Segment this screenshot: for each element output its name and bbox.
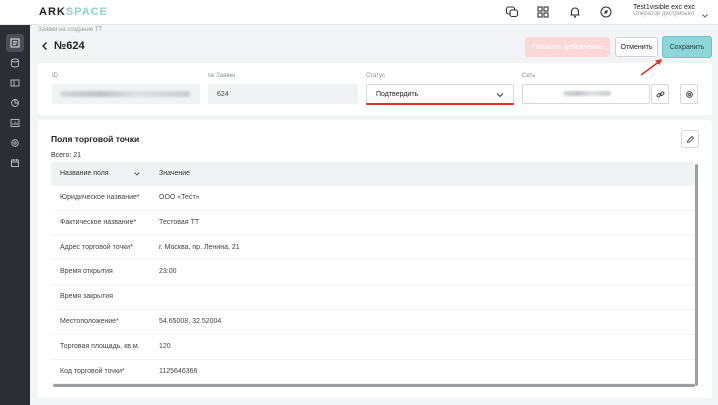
cell-field-name: Фактическое название* — [60, 218, 137, 226]
sidebar-item-calendar[interactable] — [6, 154, 24, 172]
pencil-icon — [686, 135, 694, 143]
page-title: №624 — [54, 40, 85, 52]
column-header-value: Значение — [159, 170, 191, 177]
horizontal-scrollbar[interactable] — [53, 384, 695, 387]
sidebar-item-reports[interactable] — [6, 114, 24, 132]
cell-field-name: Время открытия — [60, 268, 113, 276]
compass-icon[interactable] — [599, 5, 613, 19]
edit-button[interactable] — [681, 130, 699, 148]
chevron-down-icon[interactable] — [133, 170, 141, 178]
status-highlight-underline — [366, 103, 514, 105]
chart-icon — [11, 99, 19, 107]
cell-value: г. Москва, пр. Ленина, 21 — [159, 243, 240, 251]
table-row[interactable]: Торговая площадь, кв.м. 120 — [51, 335, 695, 360]
column-header-field-name[interactable]: Название поля — [60, 170, 109, 177]
settings-icon — [11, 139, 19, 147]
cell-value: 54.65008, 32.52004 — [159, 317, 222, 325]
table-row[interactable]: Код торговой точки* 1125646366 — [51, 360, 695, 385]
order-number-field: 624 — [208, 84, 358, 104]
breadcrumb[interactable]: Заявки на создание ТТ — [38, 27, 102, 33]
logo[interactable]: ARKSPACE — [39, 6, 108, 18]
table-row[interactable]: Время закрытия — [51, 285, 695, 310]
sidebar-item-requests[interactable] — [6, 34, 24, 52]
table-row[interactable]: Время открытия 23:00 — [51, 260, 695, 286]
table-header: Название поля Значение — [51, 162, 695, 186]
settings-icon — [685, 90, 693, 98]
sidebar-item-layout[interactable] — [6, 74, 24, 92]
grid-icon[interactable] — [536, 5, 550, 19]
status-label: Статус — [366, 73, 385, 79]
report-icon — [10, 119, 20, 127]
sidebar-item-analytics[interactable] — [6, 94, 24, 112]
top-bar: ARKSPACE Test1visible exc exc Оператор д… — [0, 0, 718, 25]
table-row[interactable]: Адрес торговой точки* г. Москва, пр. Лени… — [51, 236, 695, 261]
id-field — [52, 84, 200, 104]
layout-icon — [10, 79, 20, 87]
back-arrow-icon[interactable] — [40, 41, 50, 51]
cell-field-name: Код торговой точки* — [60, 367, 125, 375]
chevron-down-icon[interactable] — [496, 91, 504, 99]
cell-value: Тестовая ТТ — [159, 218, 200, 226]
chevron-down-icon[interactable] — [701, 12, 709, 20]
section-title: Поля торговой точки — [51, 134, 140, 144]
link-icon — [656, 90, 664, 98]
fields-table: Название поля Значение Юридическое назва… — [51, 162, 695, 385]
database-icon — [11, 58, 19, 68]
status-value: Подтвердить — [376, 90, 419, 98]
cell-value: 1125646366 — [159, 367, 198, 375]
table-row[interactable]: Юридическое название* ООО «Тест» — [51, 186, 695, 211]
cell-field-name: Юридическое название* — [60, 194, 140, 201]
calendar-icon — [11, 159, 19, 167]
show-addition-button: Показать добавление — [525, 37, 610, 57]
cell-value: ООО «Тест» — [159, 194, 200, 201]
redacted-value — [60, 91, 190, 97]
cell-field-name: Местоположение* — [60, 317, 119, 325]
user-menu[interactable]: Test1visible exc exc Оператор дистрибьют… — [633, 4, 713, 20]
cancel-button[interactable]: Отменить — [615, 37, 658, 57]
cell-field-name: Время закрытия — [60, 293, 113, 301]
cell-value: 23:00 — [159, 268, 177, 276]
cell-value: 120 — [159, 342, 171, 350]
id-label: ID — [52, 73, 58, 79]
redacted-value — [563, 91, 611, 96]
total-count: Всего: 21 — [51, 152, 82, 159]
save-button[interactable]: Сохранить — [662, 36, 712, 58]
user-role: Оператор дистрибьютора — [633, 11, 695, 17]
list-icon — [10, 38, 20, 48]
order-number-label: № Заявки — [208, 73, 236, 79]
table-row[interactable]: Фактическое название* Тестовая ТТ — [51, 211, 695, 236]
network-field[interactable] — [522, 84, 650, 104]
bell-icon[interactable] — [568, 5, 582, 19]
sidebar-item-database[interactable] — [6, 54, 24, 72]
network-label: Сеть — [522, 73, 536, 79]
cell-field-name: Адрес торговой точки* — [60, 243, 133, 251]
table-row[interactable]: Местоположение* 54.65008, 32.52004 — [51, 310, 695, 335]
status-select[interactable]: Подтвердить — [366, 84, 514, 104]
sidebar-item-settings[interactable] — [6, 134, 24, 152]
chat-icon[interactable] — [505, 5, 519, 19]
sidebar — [0, 25, 30, 405]
cell-field-name: Торговая площадь, кв.м. — [60, 342, 140, 350]
user-name: Test1visible exc exc — [633, 4, 695, 11]
link-button[interactable] — [651, 84, 669, 104]
settings-button[interactable] — [680, 84, 698, 104]
vertical-scrollbar[interactable] — [695, 164, 698, 386]
